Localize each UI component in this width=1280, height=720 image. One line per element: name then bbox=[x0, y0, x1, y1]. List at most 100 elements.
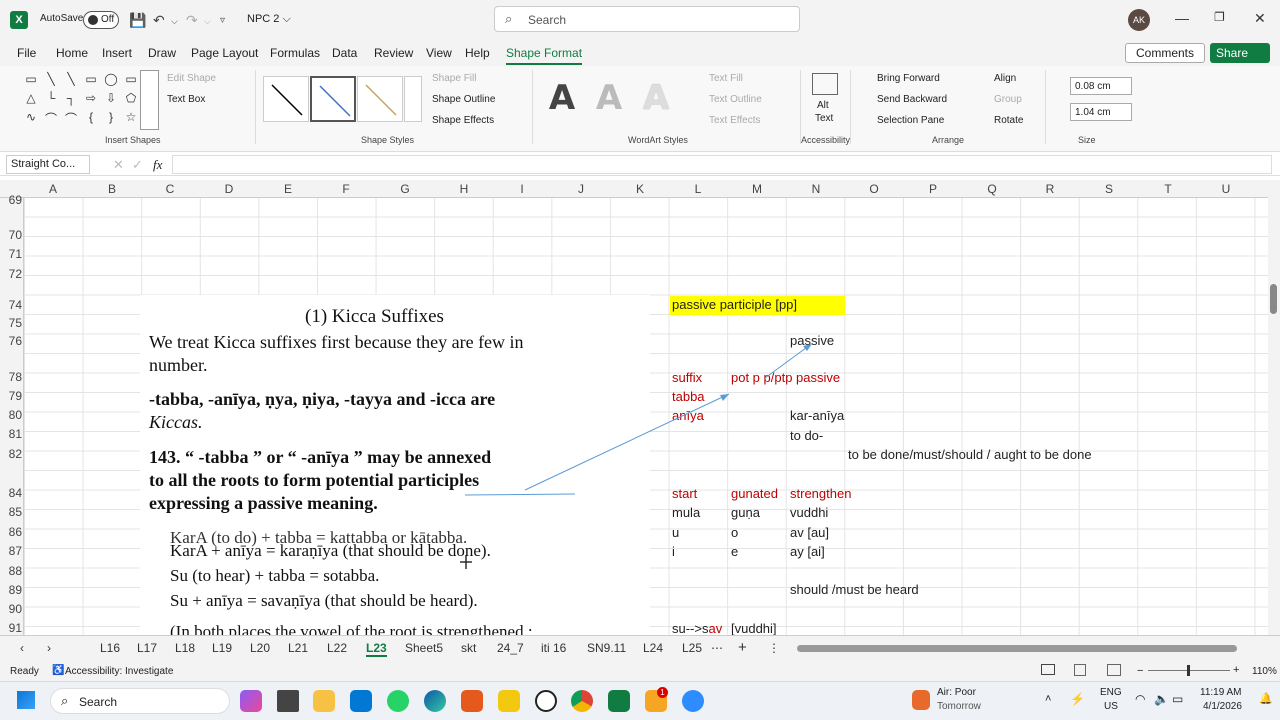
column-header[interactable]: N bbox=[787, 182, 845, 196]
enter-icon[interactable]: ✓ bbox=[132, 157, 143, 173]
formula-input[interactable] bbox=[172, 155, 1272, 174]
cell-m84[interactable]: gunated bbox=[731, 486, 778, 501]
row-header[interactable]: 70 bbox=[0, 228, 22, 242]
tab-home[interactable]: Home bbox=[56, 46, 88, 60]
shape-outline-button[interactable]: Shape Outline bbox=[432, 94, 495, 105]
column-header[interactable]: B bbox=[83, 182, 141, 196]
row-header[interactable]: 78 bbox=[0, 370, 22, 384]
row-header[interactable]: 84 bbox=[0, 486, 22, 500]
store-icon[interactable] bbox=[350, 690, 372, 712]
cell-l87[interactable]: i bbox=[672, 544, 675, 559]
weather-air[interactable]: Air: Poor bbox=[937, 687, 976, 698]
chrome-icon[interactable] bbox=[571, 690, 593, 712]
sheet-tab[interactable]: L25 bbox=[682, 641, 702, 655]
document-name[interactable]: NPC 2 ⌵ bbox=[247, 13, 291, 26]
row-header[interactable]: 72 bbox=[0, 267, 22, 281]
cell-n84[interactable]: strengthen bbox=[790, 486, 851, 501]
sheet-tab[interactable]: L19 bbox=[212, 641, 232, 655]
sheet-tab[interactable]: L22 bbox=[327, 641, 347, 655]
zoom-app-icon[interactable] bbox=[682, 690, 704, 712]
undo-dropdown-icon[interactable]: ⌵ bbox=[171, 16, 178, 27]
sheet-tab[interactable]: skt bbox=[461, 641, 476, 655]
text-outline-button[interactable]: Text Outline bbox=[709, 94, 762, 105]
row-header[interactable]: 80 bbox=[0, 408, 22, 422]
send-backward-button[interactable]: Send Backward bbox=[877, 94, 947, 105]
row-header[interactable]: 90 bbox=[0, 602, 22, 616]
shape-style-1[interactable] bbox=[263, 76, 309, 122]
wifi-icon[interactable]: ◠ bbox=[1135, 692, 1145, 706]
cell-l80[interactable]: anīya bbox=[672, 408, 704, 423]
text-fill-button[interactable]: Text Fill bbox=[709, 73, 743, 84]
column-header[interactable]: E bbox=[259, 182, 317, 196]
scroll-thumb[interactable] bbox=[1270, 284, 1277, 314]
customize-toolbar-icon[interactable]: ▿ bbox=[220, 15, 225, 26]
page-break-view-icon[interactable] bbox=[1107, 664, 1121, 676]
bring-forward-button[interactable]: Bring Forward bbox=[877, 73, 940, 84]
column-header[interactable]: M bbox=[728, 182, 786, 196]
name-box[interactable]: Straight Co... bbox=[6, 155, 90, 174]
battery-icon[interactable]: ▭ bbox=[1172, 692, 1183, 706]
language-line-1[interactable]: ENG bbox=[1100, 687, 1122, 698]
sheet-tab[interactable]: Sheet5 bbox=[405, 641, 443, 655]
sheet-tab[interactable]: SN9.11 bbox=[587, 641, 626, 655]
language-line-2[interactable]: US bbox=[1104, 701, 1118, 712]
cell-n86[interactable]: av [au] bbox=[790, 525, 829, 540]
cell-n80[interactable]: kar-anīya bbox=[790, 408, 844, 423]
column-header[interactable]: H bbox=[435, 182, 493, 196]
cell-l79[interactable]: tabba bbox=[672, 389, 705, 404]
tab-data[interactable]: Data bbox=[332, 46, 357, 60]
undo-icon[interactable]: ↶ bbox=[153, 12, 165, 29]
column-header[interactable]: L bbox=[669, 182, 727, 196]
selection-pane-button[interactable]: Selection Pane bbox=[877, 115, 944, 126]
network-app-icon[interactable]: ⚡ bbox=[1070, 692, 1085, 706]
redo-icon[interactable]: ↷ bbox=[186, 12, 198, 29]
column-header[interactable]: J bbox=[552, 182, 610, 196]
horizontal-scrollbar[interactable] bbox=[797, 645, 1237, 652]
shape-fill-button[interactable]: Shape Fill bbox=[432, 73, 476, 84]
column-header[interactable]: U bbox=[1197, 182, 1255, 196]
row-header[interactable]: 79 bbox=[0, 389, 22, 403]
notifications-bell-icon[interactable]: 🔔 bbox=[1259, 692, 1273, 705]
copilot-icon[interactable] bbox=[240, 690, 262, 712]
comments-button[interactable]: Comments bbox=[1125, 43, 1205, 63]
cell-l84[interactable]: start bbox=[672, 486, 697, 501]
restore-icon[interactable]: ❐ bbox=[1214, 10, 1225, 24]
row-header[interactable]: 86 bbox=[0, 525, 22, 539]
autosave-toggle[interactable]: Off bbox=[83, 11, 119, 29]
wordart-style-2[interactable]: A bbox=[589, 78, 629, 122]
chevron-up-icon[interactable]: ˄ bbox=[1045, 693, 1051, 705]
tab-draw[interactable]: Draw bbox=[148, 46, 176, 60]
book-page-image[interactable]: (1) Kicca Suffixes We treat Kicca suffix… bbox=[140, 295, 650, 635]
tab-scroll-right-icon[interactable]: › bbox=[47, 641, 51, 655]
tab-formulas[interactable]: Formulas bbox=[270, 46, 320, 60]
accessibility-icon[interactable]: ♿ bbox=[52, 665, 64, 676]
weather-when[interactable]: Tomorrow bbox=[937, 701, 981, 712]
save-icon[interactable]: 💾 bbox=[129, 12, 146, 29]
row-header[interactable]: 88 bbox=[0, 564, 22, 578]
cell-l86[interactable]: u bbox=[672, 525, 679, 540]
tab-shape-format[interactable]: Shape Format bbox=[506, 46, 583, 65]
todo-icon[interactable] bbox=[498, 690, 520, 712]
task-view-icon[interactable] bbox=[277, 690, 299, 712]
zoom-slider-thumb[interactable] bbox=[1187, 665, 1190, 676]
cell-m85[interactable]: guṇa bbox=[731, 505, 760, 520]
column-header[interactable]: Q bbox=[963, 182, 1021, 196]
column-header[interactable]: A bbox=[24, 182, 82, 196]
rotate-button[interactable]: Rotate bbox=[994, 115, 1023, 126]
vertical-scrollbar[interactable] bbox=[1268, 180, 1280, 635]
text-effects-button[interactable]: Text Effects bbox=[709, 115, 761, 126]
column-header[interactable]: C bbox=[141, 182, 199, 196]
cancel-icon[interactable]: ✕ bbox=[113, 157, 124, 173]
tab-view[interactable]: View bbox=[426, 46, 452, 60]
edit-shape-button[interactable]: Edit Shape bbox=[167, 73, 216, 84]
row-header[interactable]: 69 bbox=[0, 193, 22, 207]
wordart-style-3[interactable]: A bbox=[636, 78, 676, 122]
sheet-tab[interactable]: L24 bbox=[643, 641, 663, 655]
avatar[interactable]: AK bbox=[1128, 9, 1150, 31]
cell-n89[interactable]: should /must be heard bbox=[790, 582, 919, 597]
cell-n81[interactable]: to do- bbox=[790, 428, 823, 443]
column-header[interactable]: G bbox=[376, 182, 434, 196]
tab-help[interactable]: Help bbox=[465, 46, 490, 60]
minimize-icon[interactable]: — bbox=[1175, 10, 1189, 26]
zoom-out-icon[interactable]: − bbox=[1137, 665, 1143, 677]
